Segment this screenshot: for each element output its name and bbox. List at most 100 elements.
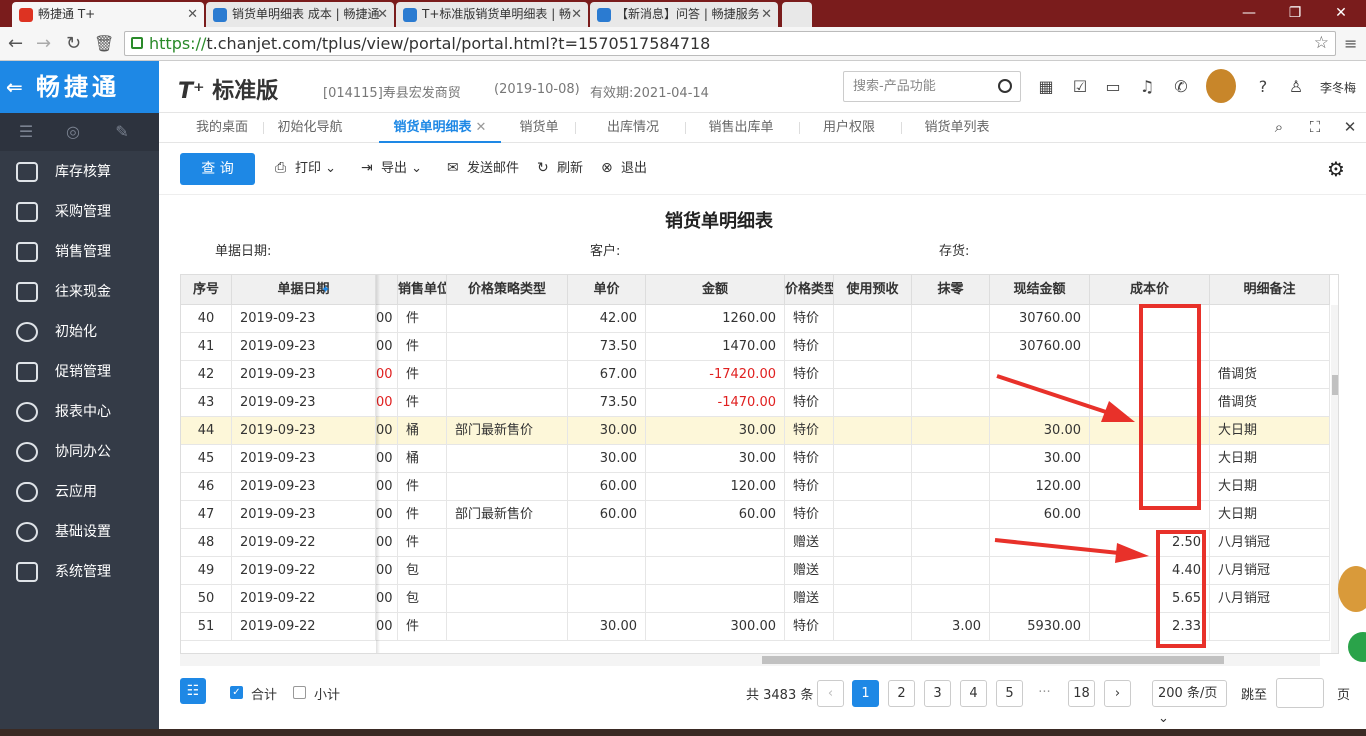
exit-button[interactable]: ⊗ 退出 (601, 160, 647, 178)
menu-icon[interactable]: ≡ (1344, 33, 1357, 55)
sidebar-item-reports[interactable]: 报表中心 (0, 392, 159, 432)
cell-amount: 1260.00 (646, 305, 785, 333)
column-header[interactable]: 明细备注 (1210, 275, 1330, 305)
star-icon[interactable]: ☆ (1314, 32, 1329, 55)
message-icon[interactable]: ▭ (1103, 77, 1123, 97)
help-icon[interactable]: ? (1253, 77, 1273, 97)
tab-sales-list[interactable]: 销货单列表 (915, 113, 999, 143)
app-logo[interactable]: ⇐ 畅捷通 (0, 61, 159, 113)
subtotal-checkbox[interactable] (293, 686, 306, 699)
column-header[interactable]: 价格策略类型 (447, 275, 568, 305)
user-icon[interactable]: ♙ (1286, 77, 1306, 97)
trash-icon[interactable]: 🗑 (94, 33, 114, 55)
calculator-icon[interactable]: ▦ (1036, 77, 1056, 97)
total-checkbox[interactable]: ✓ (230, 686, 243, 699)
sidebar-item-sales[interactable]: 销售管理 (0, 232, 159, 272)
tab-init-nav[interactable]: 初始化导航 (271, 113, 349, 143)
browser-tab[interactable]: 畅捷通 T+ ✕ (12, 2, 204, 27)
tab-outbound-status[interactable]: 出库情况 (599, 113, 667, 143)
new-tab-button[interactable] (782, 2, 812, 27)
column-settings-button[interactable]: ☷ (180, 678, 206, 704)
close-tab-icon[interactable]: ✕ (377, 2, 388, 27)
page-button[interactable]: 1 (852, 680, 879, 707)
sidebar-item-cash[interactable]: 往来现金 (0, 272, 159, 312)
browser-tab[interactable]: 销货单明细表 成本 | 畅捷通 ✕ (206, 2, 394, 27)
search-icon[interactable]: ⌕ (1270, 118, 1288, 136)
sidebar-item-promotion[interactable]: 促销管理 (0, 352, 159, 392)
horizontal-scrollbar[interactable] (180, 654, 1320, 666)
menu-icon[interactable]: ☰ (16, 122, 36, 142)
jump-page-input[interactable] (1276, 678, 1324, 708)
tab-user-permissions[interactable]: 用户权限 (815, 113, 883, 143)
url-field[interactable]: https://t.chanjet.com/tplus/view/portal/… (124, 31, 1336, 56)
pin-icon[interactable]: ✦ (321, 275, 330, 305)
column-header[interactable]: 现结金额 (990, 275, 1090, 305)
search-icon[interactable]: ◎ (63, 122, 83, 142)
column-header[interactable]: 价格类型 (785, 275, 834, 305)
tab-desktop[interactable]: 我的桌面 (185, 113, 259, 143)
sidebar-item-purchase[interactable]: 采购管理 (0, 192, 159, 232)
search-icon[interactable] (998, 79, 1012, 93)
sidebar-item-collaboration[interactable]: 协同办公 (0, 432, 159, 472)
vertical-scroll-thumb[interactable] (1332, 375, 1338, 395)
monkey-mascot-icon[interactable] (1206, 69, 1236, 103)
page-button[interactable]: 2 (888, 680, 915, 707)
column-header[interactable]: 使用预收 (834, 275, 912, 305)
reload-icon[interactable]: ↻ (66, 33, 81, 55)
column-header[interactable]: 单价 (568, 275, 646, 305)
refresh-button[interactable]: ↻ 刷新 (537, 160, 583, 178)
sidebar-item-init[interactable]: 初始化 (0, 312, 159, 352)
minimize-button[interactable]: — (1226, 0, 1272, 27)
column-header[interactable]: 序号 (181, 275, 232, 305)
tab-sales-outbound[interactable]: 销售出库单 (699, 113, 783, 143)
sidebar-item-inventory-accounting[interactable]: 库存核算 (0, 152, 159, 192)
checklist-icon[interactable]: ☑ (1070, 77, 1090, 97)
close-tab-icon[interactable]: ✕ (187, 2, 198, 27)
bell-icon[interactable]: ♫ (1137, 77, 1157, 97)
cell-strategy (447, 473, 568, 501)
close-tab-icon[interactable]: ✕ (761, 2, 772, 27)
column-header[interactable]: 金额 (646, 275, 785, 305)
browser-tab[interactable]: T+标准版销货单明细表 | 畅 ✕ (396, 2, 588, 27)
close-window-button[interactable]: ✕ (1318, 0, 1364, 27)
sidebar-item-cloud[interactable]: 云应用 (0, 472, 159, 512)
page-button[interactable]: 18 (1068, 680, 1095, 707)
column-header-date[interactable]: 单据日期 (232, 275, 376, 305)
edit-icon[interactable]: ✎ (112, 122, 132, 142)
user-name[interactable]: 李冬梅 (1320, 79, 1356, 96)
tab-sales-detail[interactable]: 销货单明细表 ✕ (379, 113, 501, 143)
horizontal-scroll-thumb[interactable] (762, 656, 1224, 664)
browser-tab[interactable]: 【新消息】问答 | 畅捷服务 ✕ (590, 2, 778, 27)
search-input[interactable]: 搜索-产品功能 (843, 71, 1021, 102)
back-arrow-icon[interactable]: ← (8, 33, 23, 55)
cell-date: 2019-09-22 (232, 529, 376, 557)
prev-page-button[interactable]: ‹ (817, 680, 844, 707)
maximize-button[interactable]: ❐ (1272, 0, 1318, 27)
next-page-button[interactable]: › (1104, 680, 1131, 707)
column-header[interactable]: 抹零 (912, 275, 990, 305)
sidebar-item-system[interactable]: 系统管理 (0, 552, 159, 592)
page-button[interactable]: 5 (996, 680, 1023, 707)
cell-unit: 件 (398, 389, 447, 417)
column-header[interactable]: 销售单位 (398, 275, 447, 305)
phone-icon[interactable]: ✆ (1171, 77, 1191, 97)
monkey-helper-icon[interactable] (1336, 560, 1366, 662)
page-size-select[interactable]: 200 条/页 ⌄ (1152, 680, 1227, 726)
gear-icon[interactable]: ⚙ (1327, 157, 1345, 181)
close-icon[interactable]: ✕ (1341, 118, 1359, 136)
close-tab-icon[interactable]: ✕ (476, 120, 487, 135)
query-button[interactable]: 查 询 (180, 153, 255, 185)
close-tab-icon[interactable]: ✕ (571, 2, 582, 27)
print-button[interactable]: ⎙ 打印 ⌄ (275, 160, 336, 178)
page-button[interactable]: 3 (924, 680, 951, 707)
tab-sales-order[interactable]: 销货单 (511, 113, 567, 143)
back-icon[interactable]: ⇐ (6, 61, 23, 113)
sidebar-item-basic-settings[interactable]: 基础设置 (0, 512, 159, 552)
cell-no: 40 (181, 305, 232, 333)
send-email-button[interactable]: ✉ 发送邮件 (447, 160, 519, 178)
forward-arrow-icon[interactable]: → (36, 33, 51, 55)
page-button[interactable]: 4 (960, 680, 987, 707)
fullscreen-icon[interactable]: ⛶ (1306, 118, 1324, 136)
column-header[interactable]: 成本价 (1090, 275, 1210, 305)
export-button[interactable]: ⇥ 导出 ⌄ (361, 160, 422, 178)
